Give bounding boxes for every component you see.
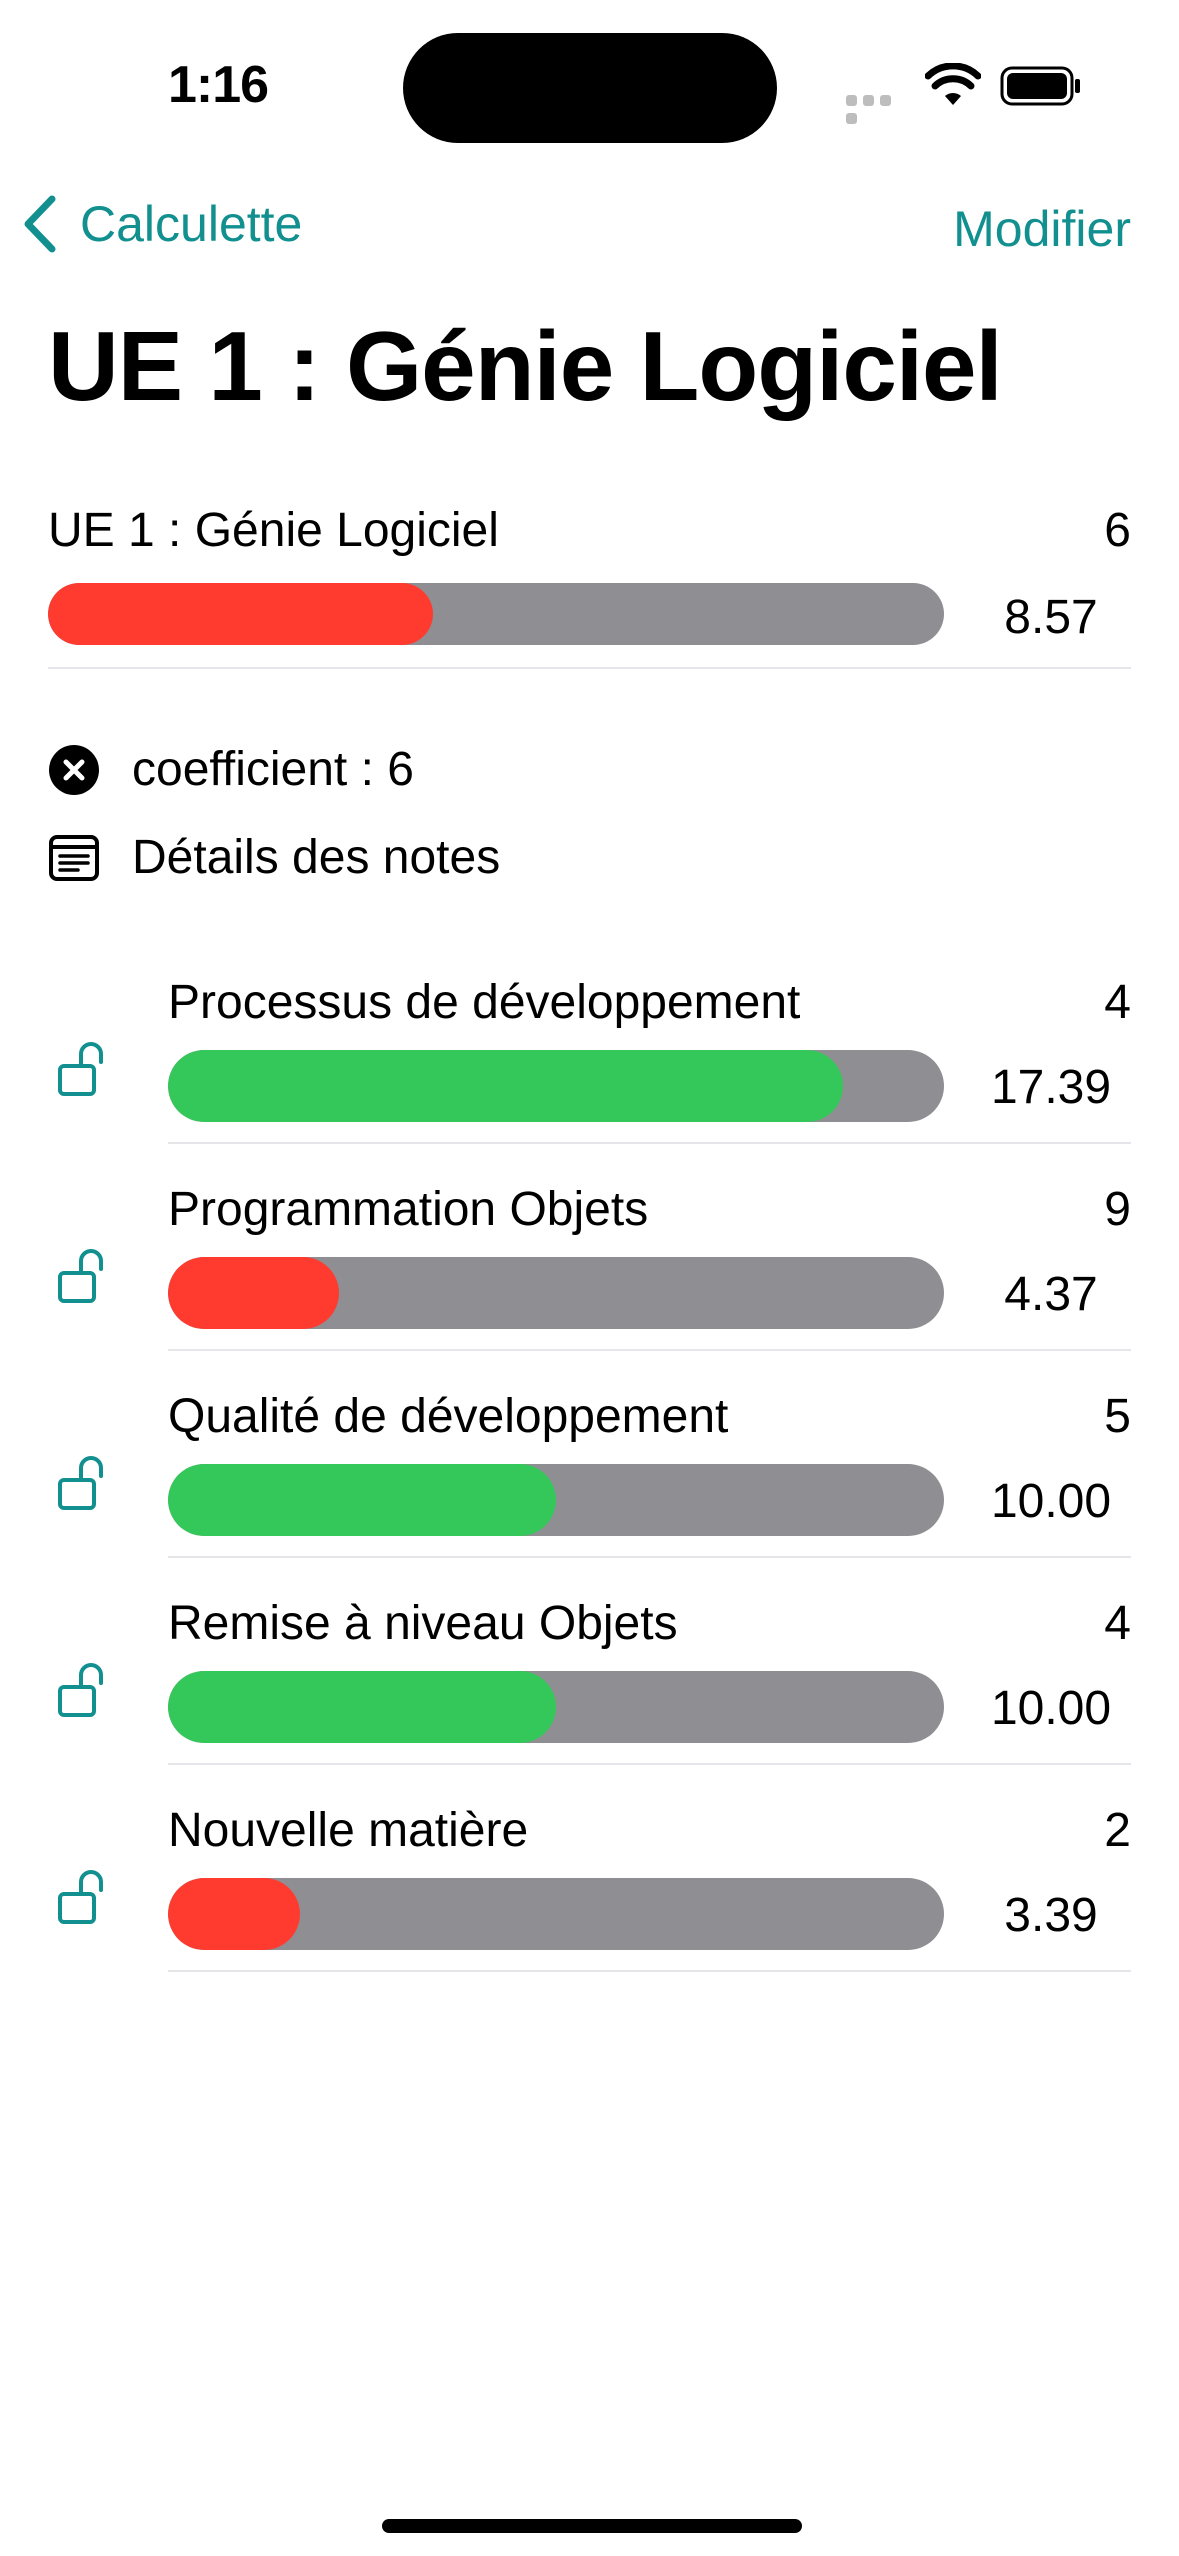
chevron-left-icon (24, 195, 56, 253)
subject-name: Remise à niveau Objets (168, 1597, 678, 1650)
coefficient-text: coefficient : 6 (132, 743, 414, 796)
divider (168, 1970, 1131, 1972)
divider (168, 1349, 1131, 1351)
subject-average: 4.37 (1004, 1268, 1098, 1321)
subject-name: Nouvelle matière (168, 1804, 529, 1857)
unlock-icon[interactable] (57, 1247, 109, 1305)
subject-average: 3.39 (1004, 1889, 1098, 1942)
subject-progress-bar (168, 1257, 944, 1329)
subject-progress-fill (168, 1050, 844, 1122)
list-document-icon (49, 834, 99, 881)
subject-average: 10.00 (990, 1475, 1112, 1528)
subject-coefficient: 2 (1104, 1804, 1131, 1857)
subject-coefficient: 9 (1104, 1183, 1131, 1236)
subject-coefficient: 4 (1104, 976, 1131, 1029)
subject-name: Qualité de développement (168, 1390, 729, 1443)
dynamic-island (403, 33, 777, 143)
subject-row[interactable]: Qualité de développement 5 10.00 (0, 1374, 1179, 1581)
status-time: 1:16 (168, 56, 269, 114)
close-circle-icon (49, 744, 99, 795)
subject-average: 10.00 (990, 1682, 1112, 1735)
subject-progress-bar (168, 1671, 944, 1743)
wifi-icon (925, 63, 981, 105)
home-indicator (382, 2519, 802, 2533)
edit-button[interactable]: Modifier (953, 200, 1131, 258)
summary-coefficient: 6 (1104, 504, 1131, 557)
coefficient-info: coefficient : 6 (48, 742, 414, 797)
subject-progress-bar (168, 1050, 944, 1122)
subject-coefficient: 4 (1104, 1597, 1131, 1650)
cellular-signal-icon (846, 93, 908, 124)
summary-progress-bar (48, 583, 944, 645)
summary-average: 8.57 (1004, 591, 1098, 644)
unlock-icon[interactable] (57, 1661, 109, 1719)
details-notes-text: Détails des notes (132, 831, 501, 884)
back-button-label: Calculette (80, 196, 303, 252)
summary-label: UE 1 : Génie Logiciel (48, 504, 499, 557)
subject-row[interactable]: Processus de développement 4 17.39 (0, 960, 1179, 1167)
subject-progress-fill (168, 1671, 556, 1743)
subject-progress-fill (168, 1257, 339, 1329)
unlock-icon[interactable] (57, 1040, 109, 1098)
divider (48, 667, 1131, 669)
subject-progress-bar (168, 1464, 944, 1536)
divider (168, 1556, 1131, 1558)
back-button[interactable]: Calculette (22, 195, 302, 253)
subject-name: Processus de développement (168, 976, 801, 1029)
divider (168, 1763, 1131, 1765)
unlock-icon[interactable] (57, 1454, 109, 1512)
subject-coefficient: 5 (1104, 1390, 1131, 1443)
subject-row[interactable]: Programmation Objets 9 4.37 (0, 1167, 1179, 1374)
subject-progress-bar (168, 1878, 944, 1950)
divider (168, 1142, 1131, 1144)
page-title: UE 1 : Génie Logiciel (48, 311, 1003, 421)
summary-progress-fill (48, 583, 434, 645)
subject-average: 17.39 (990, 1061, 1112, 1114)
subject-progress-fill (168, 1878, 300, 1950)
subject-row[interactable]: Nouvelle matière 2 3.39 (0, 1788, 1179, 1995)
subject-progress-fill (168, 1464, 556, 1536)
battery-icon (1000, 66, 1080, 106)
subject-name: Programmation Objets (168, 1183, 649, 1236)
unlock-icon[interactable] (57, 1868, 109, 1926)
subject-row[interactable]: Remise à niveau Objets 4 10.00 (0, 1581, 1179, 1788)
details-notes-header: Détails des notes (48, 830, 500, 885)
